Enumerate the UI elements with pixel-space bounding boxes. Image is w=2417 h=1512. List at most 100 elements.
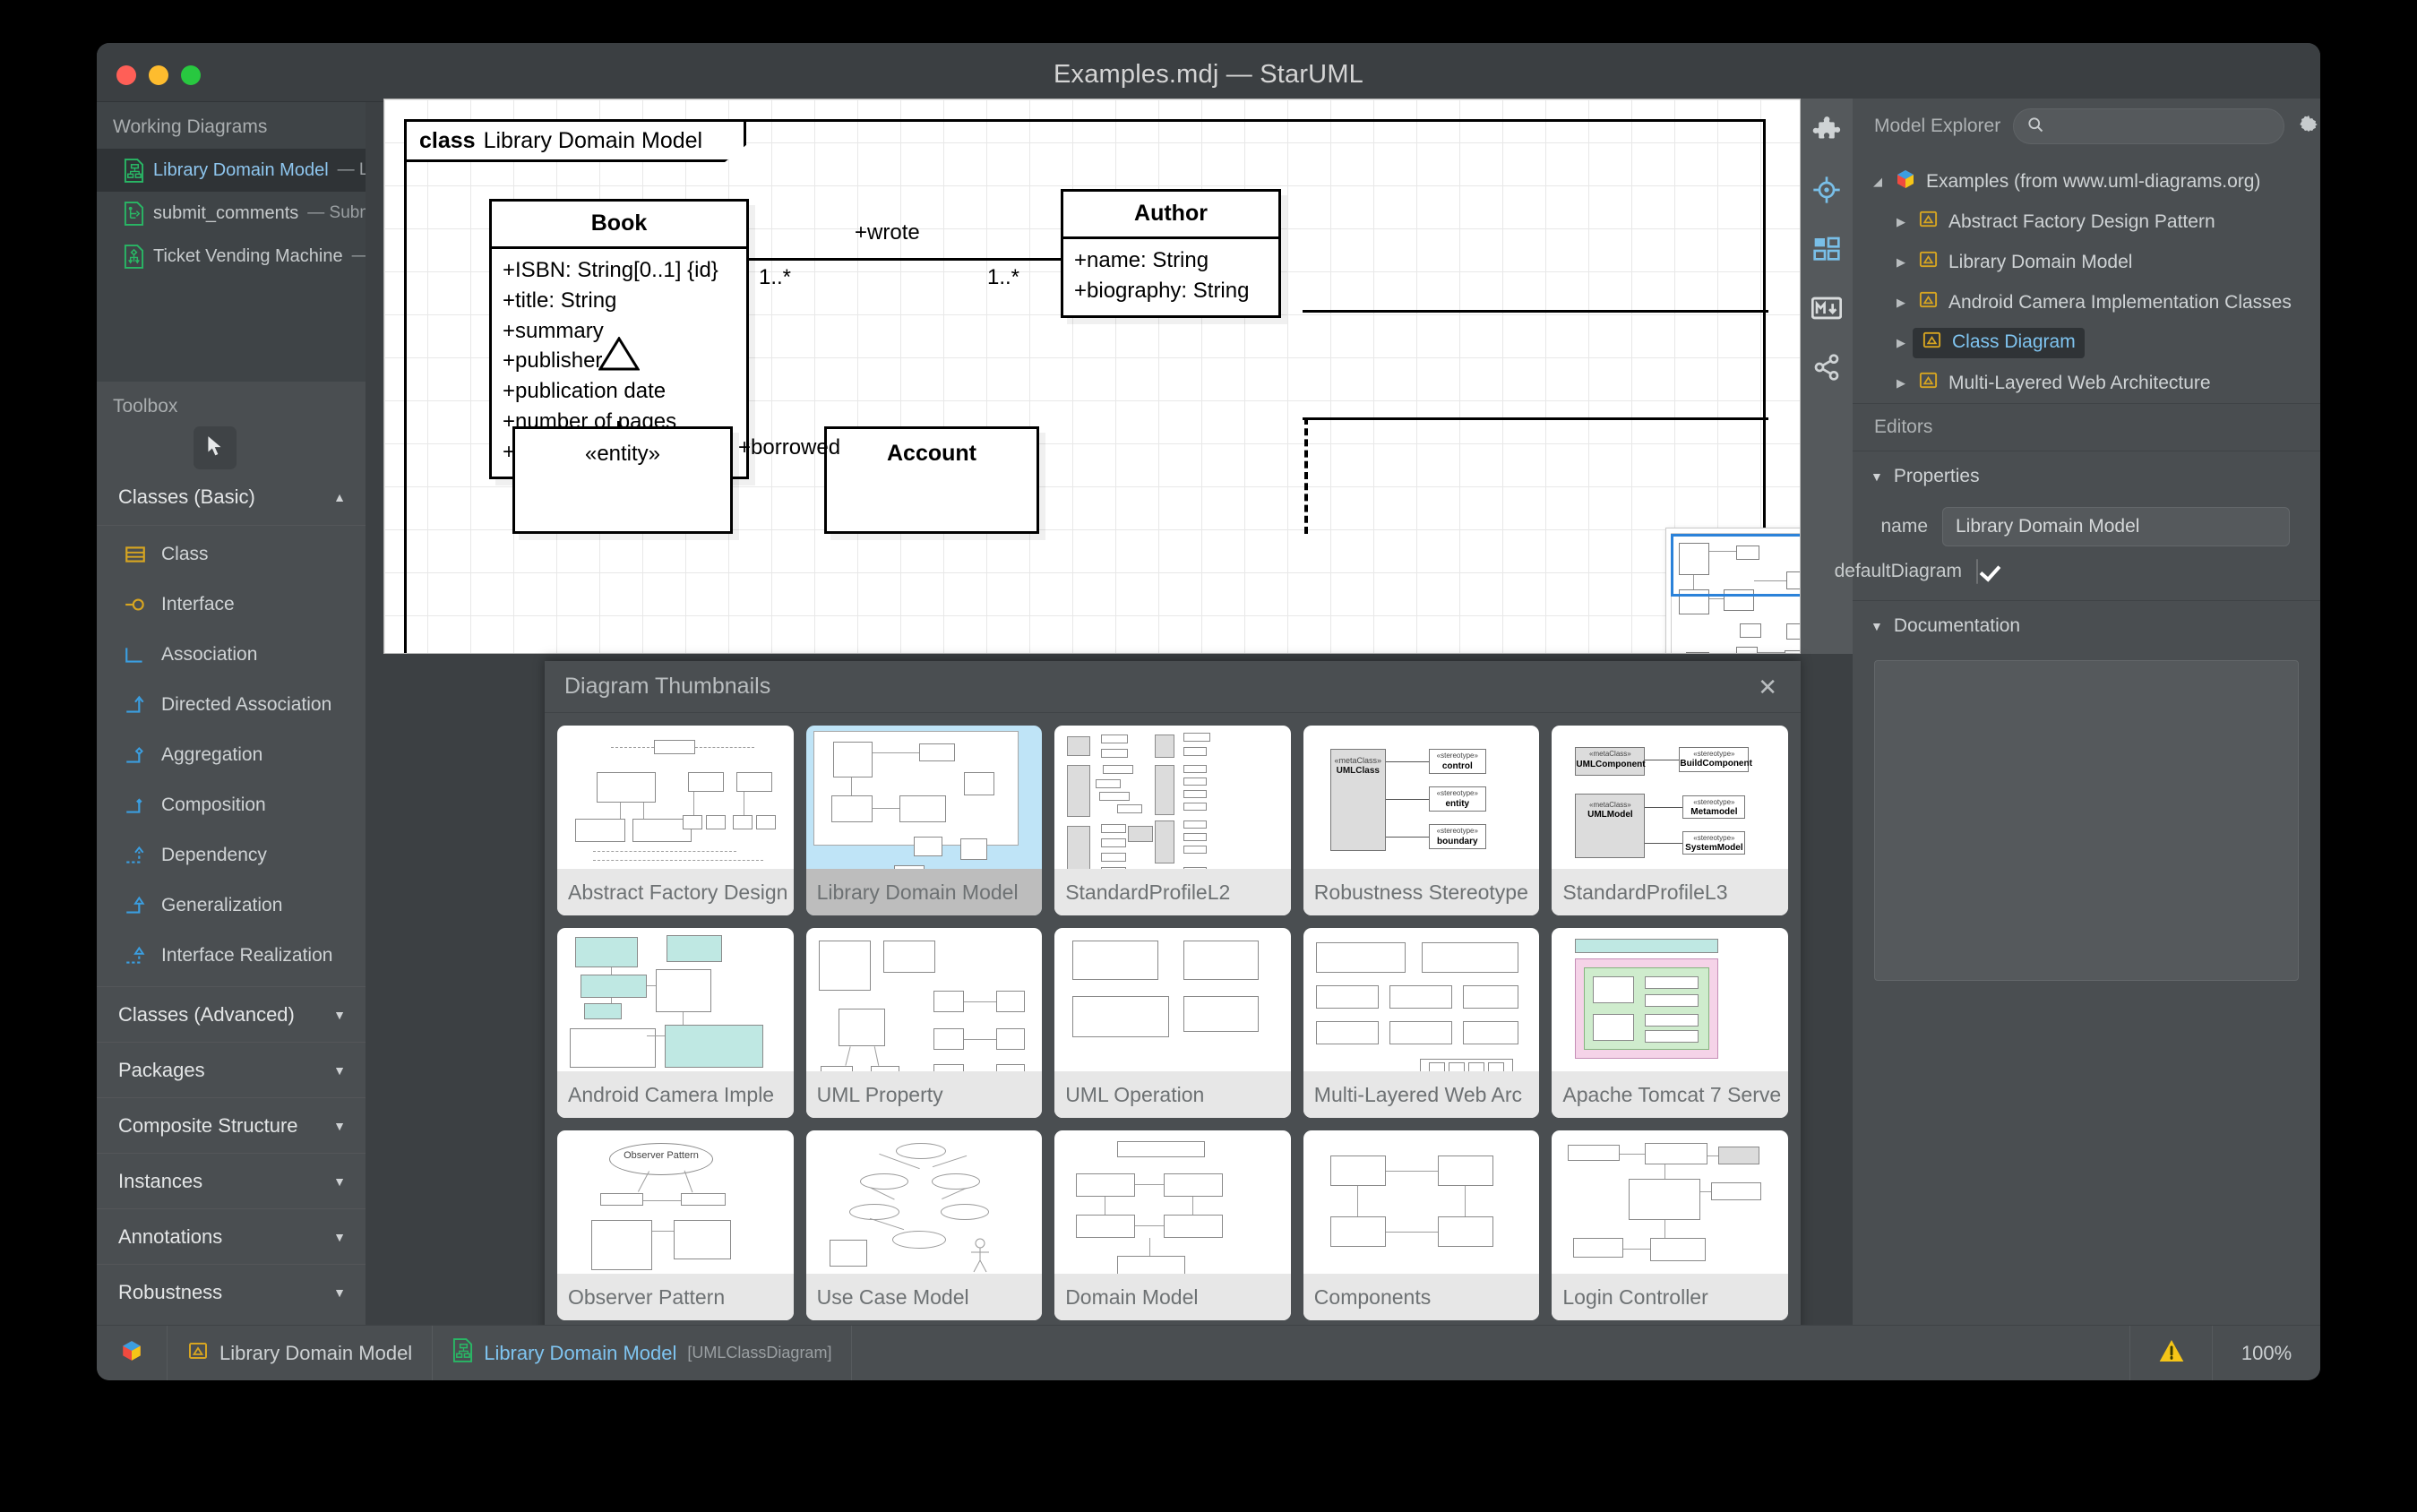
thumbnail-domain-model[interactable]: Domain Model	[1054, 1130, 1291, 1320]
tree-row-library-domain-model[interactable]: ▶ Library Domain Model	[1853, 242, 2320, 282]
minimap-viewport[interactable]	[1671, 534, 1801, 597]
uml-diagram-frame: class Library Domain Model Book +ISBN: S…	[404, 119, 1766, 654]
working-diagram-desc: — Submit	[307, 203, 366, 223]
chevron-up-icon: ▲	[333, 490, 346, 504]
thumbnail-uml-operation[interactable]: UML Operation	[1054, 928, 1291, 1118]
thumbnail-label: Components	[1303, 1274, 1540, 1320]
chevron-down-icon: ▼	[333, 1063, 346, 1078]
uml-class-author[interactable]: Author +name: String +biography: String	[1061, 189, 1281, 318]
status-project-icon-cell[interactable]	[97, 1326, 168, 1380]
status-warning-cell[interactable]	[2130, 1326, 2213, 1380]
model-folder-icon	[1918, 370, 1939, 396]
search-box[interactable]	[2013, 108, 2284, 144]
thumbnail-uml-property[interactable]: UML Property	[806, 928, 1043, 1118]
toolbox-item-generalization[interactable]: Generalization	[97, 881, 366, 931]
uml-class-account[interactable]: Account	[824, 426, 1039, 534]
twisty-collapsed-icon[interactable]: ▶	[1894, 376, 1908, 391]
thumbnail-robustness-stereotype[interactable]: «metaClass» UMLClass «stereotype» contro…	[1303, 726, 1540, 915]
toolbox-section-packages[interactable]: Packages ▼	[97, 1042, 366, 1097]
tree-row-examples[interactable]: ◢ Examples (from www.uml-diagrams.org)	[1853, 161, 2320, 202]
toolbox-section-label: Packages	[118, 1059, 205, 1082]
thumbnail-abstract-factory-design[interactable]: Abstract Factory Design	[557, 726, 794, 915]
model-folder-icon	[187, 1340, 209, 1367]
toolbox-section-composite-structure[interactable]: Composite Structure ▼	[97, 1097, 366, 1153]
status-model-cell[interactable]: Library Domain Model	[168, 1326, 433, 1380]
toolbox-item-dependency[interactable]: Dependency	[97, 830, 366, 881]
working-diagram-item-ticket-vending-machine[interactable]: Ticket Vending Machine — T	[97, 235, 366, 278]
right-panel: Model Explorer ◢ Examples (from www.uml-…	[1853, 99, 2320, 1325]
diagram-minimap[interactable]	[1665, 528, 1801, 654]
class-icon	[124, 543, 147, 566]
twisty-expanded-icon[interactable]: ◢	[1871, 175, 1885, 189]
thumbnail-library-domain-model[interactable]: Library Domain Model	[806, 726, 1043, 915]
model-folder-icon	[1918, 209, 1939, 235]
working-diagram-item-submit-comments[interactable]: submit_comments — Submit	[97, 192, 366, 235]
uml-class-attributes: +name: String +biography: String	[1063, 239, 1278, 315]
toolbox-item-interface[interactable]: Interface	[97, 580, 366, 630]
documentation-section-header[interactable]: ▼ Documentation	[1853, 601, 2320, 651]
uml-class-name: Account	[827, 429, 1036, 477]
thumbnail-android-camera-implementation[interactable]: Android Camera Imple	[557, 928, 794, 1118]
diagram-canvas[interactable]: class Library Domain Model Book +ISBN: S…	[383, 99, 1801, 654]
toolbox-section-annotations[interactable]: Annotations ▼	[97, 1208, 366, 1264]
frame-kind-label: class	[419, 128, 476, 154]
tree-row-class-diagram[interactable]: ▶ Class Diagram	[1853, 322, 2320, 363]
status-zoom-cell[interactable]: 100%	[2213, 1326, 2320, 1380]
toolbox-section-classes-advanced[interactable]: Classes (Advanced) ▼	[97, 986, 366, 1042]
thumbnail-preview	[1303, 1130, 1540, 1274]
target-focus-icon[interactable]	[1809, 172, 1845, 208]
status-diagram-type: [UMLClassDiagram]	[687, 1344, 831, 1362]
tree-row-abstract-factory-design-pattern[interactable]: ▶ Abstract Factory Design Pattern	[1853, 202, 2320, 242]
thumbnail-label: Domain Model	[1054, 1274, 1291, 1320]
default-diagram-label: defaultDiagram	[1835, 561, 1962, 582]
toolbox-item-directed-association[interactable]: Directed Association	[97, 680, 366, 730]
toolbox-item-class[interactable]: Class	[97, 529, 366, 580]
toolbox-section-classes-basic[interactable]: Classes (Basic) ▲	[97, 469, 366, 525]
thumbnail-label: Observer Pattern	[557, 1274, 794, 1320]
thumbnail-use-case-model[interactable]: Use Case Model	[806, 1130, 1043, 1320]
uml-attribute: +title: String	[503, 286, 735, 316]
extension-puzzle-icon[interactable]	[1809, 113, 1845, 149]
thumbnail-standardprofilel3[interactable]: «metaClass» UMLComponent «stereotype» Bu…	[1552, 726, 1788, 915]
twisty-collapsed-icon[interactable]: ▶	[1894, 255, 1908, 270]
toolbox-item-interface-realization[interactable]: Interface Realization	[97, 931, 366, 981]
twisty-collapsed-icon[interactable]: ▶	[1894, 336, 1908, 350]
thumbnail-apache-tomcat-7-server[interactable]: Apache Tomcat 7 Serve	[1552, 928, 1788, 1118]
thumbnail-multi-layered-web-architecture[interactable]: Multi-Layered Web Arc	[1303, 928, 1540, 1118]
markdown-icon[interactable]	[1809, 290, 1845, 326]
thumbnail-observer-pattern[interactable]: Observer Pattern Observer Pattern	[557, 1130, 794, 1320]
documentation-textarea[interactable]	[1874, 660, 2299, 981]
thumbnail-components[interactable]: Components	[1303, 1130, 1540, 1320]
working-diagram-item-library-domain-model[interactable]: Library Domain Model — Lib	[97, 149, 366, 192]
toolbox-item-aggregation[interactable]: Aggregation	[97, 730, 366, 780]
grid-layout-icon[interactable]	[1809, 231, 1845, 267]
twisty-collapsed-icon[interactable]: ▶	[1894, 296, 1908, 310]
default-diagram-checkbox[interactable]	[1976, 559, 1978, 584]
toolbox-pointer-button[interactable]	[194, 426, 237, 469]
toolbox-item-composition[interactable]: Composition	[97, 780, 366, 830]
thumbnail-standardprofilel2[interactable]: StandardProfileL2	[1054, 726, 1291, 915]
activity-diagram-icon	[124, 202, 144, 226]
toolbox-item-association[interactable]: Association	[97, 630, 366, 680]
twisty-collapsed-icon[interactable]: ▶	[1894, 215, 1908, 229]
name-field[interactable]	[1942, 507, 2290, 546]
tree-row-selected-pill[interactable]: Class Diagram	[1913, 328, 2085, 358]
properties-section-header[interactable]: ▼ Properties	[1853, 451, 2320, 502]
tree-row-multi-layered-web-architecture[interactable]: ▶ Multi-Layered Web Architecture	[1853, 363, 2320, 403]
thumbnail-preview	[1552, 928, 1788, 1071]
share-nodes-icon[interactable]	[1809, 349, 1845, 385]
status-diagram-cell[interactable]: Library Domain Model [UMLClassDiagram]	[433, 1326, 852, 1380]
thumbnail-login-controller[interactable]: Login Controller	[1552, 1130, 1788, 1320]
diagram-frame-tab: class Library Domain Model	[404, 119, 746, 162]
close-icon[interactable]: ✕	[1758, 675, 1777, 699]
tree-row-label: Multi-Layered Web Architecture	[1948, 373, 2211, 394]
toolbox-section-instances[interactable]: Instances ▼	[97, 1153, 366, 1208]
thumbnail-preview	[1054, 1130, 1291, 1274]
model-folder-icon	[1918, 249, 1939, 275]
tree-row-android-camera-implementation-classes[interactable]: ▶ Android Camera Implementation Classes	[1853, 282, 2320, 322]
toolbox-section-robustness[interactable]: Robustness ▼	[97, 1264, 366, 1319]
search-input[interactable]	[2051, 116, 2271, 136]
gear-icon[interactable]	[2297, 113, 2320, 141]
toolbox-panel: Toolbox Classes (Basic) ▲ Class Interfac…	[97, 382, 366, 1325]
uml-class-entity[interactable]: «entity»	[512, 426, 733, 534]
